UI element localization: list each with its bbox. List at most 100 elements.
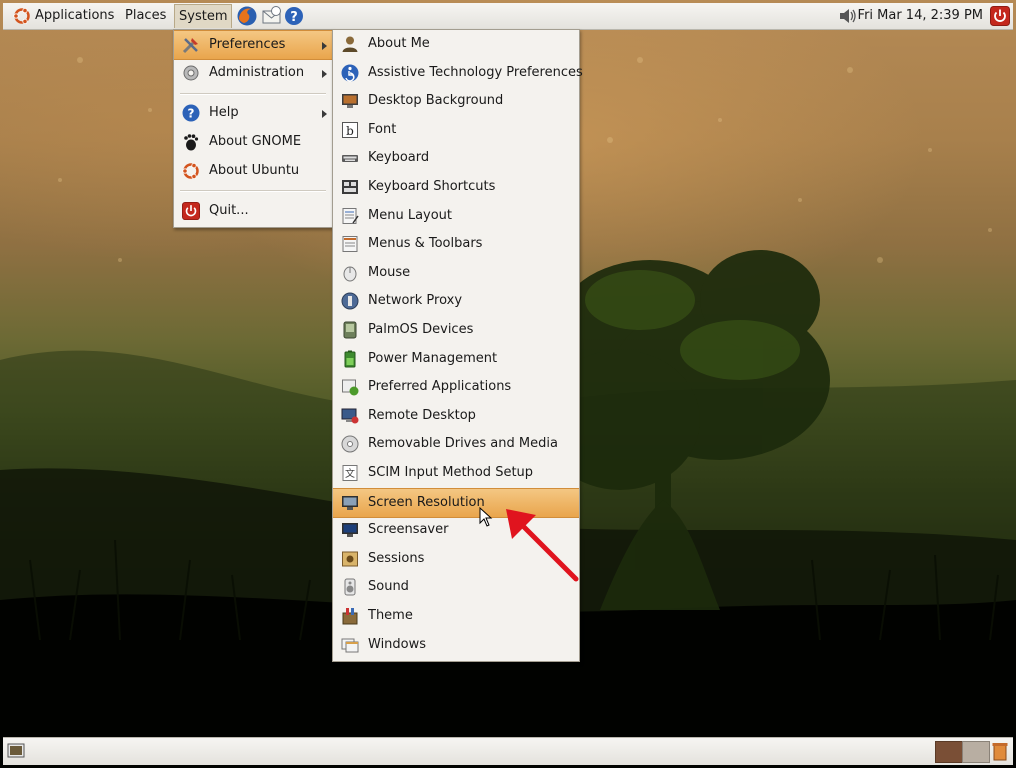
places-menu-label: Places <box>125 8 167 23</box>
help-launcher-icon[interactable]: ? <box>284 6 304 26</box>
menu-item-assistive-technology[interactable]: Assistive Technology Preferences <box>333 59 583 87</box>
menu-item-label: About GNOME <box>209 134 302 149</box>
menu-item-label: Preferences <box>209 37 286 52</box>
menu-item-administration[interactable]: Administration <box>174 59 332 87</box>
preferences-icon <box>182 38 198 54</box>
accessibility-icon <box>341 64 359 82</box>
palm-device-icon <box>343 321 357 339</box>
volume-icon[interactable] <box>839 9 857 23</box>
menu-item-label: Theme <box>368 608 413 623</box>
menu-item-windows[interactable]: Windows <box>333 631 579 659</box>
menu-item-label: Administration <box>209 65 305 80</box>
menu-item-label: SCIM Input Method Setup <box>368 465 534 480</box>
top-panel: Applications Places System ? Fri Mar 14,… <box>3 3 1013 30</box>
menus-toolbars-icon <box>342 236 358 253</box>
sessions-icon <box>342 551 358 567</box>
menu-item-desktop-background[interactable]: Desktop Background <box>333 87 579 115</box>
network-proxy-icon <box>341 292 359 310</box>
menu-item-label: Mouse <box>368 264 411 280</box>
menu-item-label: Assistive Technology Preferences <box>368 64 583 80</box>
menu-layout-icon <box>342 207 359 224</box>
menu-item-network-proxy[interactable]: Network Proxy <box>333 287 579 315</box>
menu-item-label: Keyboard <box>368 150 430 166</box>
workspace-2[interactable] <box>962 741 990 763</box>
menu-item-label: Keyboard Shortcuts <box>368 179 496 194</box>
svg-text:?: ? <box>188 107 195 121</box>
applications-menu-label: Applications <box>35 8 115 23</box>
screensaver-icon <box>342 523 358 538</box>
menu-item-label: Network Proxy <box>368 293 463 309</box>
menu-item-about-gnome[interactable]: About GNOME <box>174 128 332 156</box>
submenu-arrow-icon <box>322 42 327 50</box>
workspace-1[interactable] <box>935 741 963 763</box>
administration-icon <box>183 65 199 81</box>
svg-text:?: ? <box>290 10 298 25</box>
menu-separator <box>180 190 326 192</box>
menu-item-label: Font <box>368 121 397 137</box>
bottom-panel <box>3 737 1013 765</box>
menu-item-preferences[interactable]: Preferences <box>174 30 332 60</box>
menu-item-keyboard[interactable]: Keyboard <box>333 144 579 172</box>
menu-item-label: Screen Resolution <box>368 494 485 510</box>
firefox-launcher-icon[interactable] <box>236 5 258 27</box>
menu-separator <box>180 93 326 95</box>
submenu-arrow-icon <box>322 110 327 118</box>
menu-item-label: Menu Layout <box>368 207 453 223</box>
removable-media-icon <box>341 435 359 453</box>
keyboard-shortcuts-icon <box>342 180 358 194</box>
help-icon: ? <box>182 104 200 122</box>
system-menu-button[interactable]: System <box>174 4 233 28</box>
menu-item-removable-drives[interactable]: Removable Drives and Media <box>333 430 579 458</box>
user-icon <box>342 36 358 52</box>
theme-icon <box>342 608 358 625</box>
svg-text:文: 文 <box>345 467 355 480</box>
menu-item-label: PalmOS Devices <box>368 322 474 337</box>
menu-item-quit[interactable]: Quit... <box>174 197 332 225</box>
keyboard-icon <box>342 155 358 163</box>
sound-icon <box>344 578 356 596</box>
menu-item-label: About Ubuntu <box>209 163 300 178</box>
svg-text:b: b <box>346 124 354 138</box>
menu-item-label: About Me <box>368 36 430 51</box>
gnome-foot-icon <box>184 134 199 151</box>
power-icon[interactable] <box>990 6 1010 26</box>
evolution-mail-launcher-icon[interactable] <box>261 5 283 27</box>
menu-item-scim-input[interactable]: 文 SCIM Input Method Setup <box>333 459 579 487</box>
menu-item-menus-toolbars[interactable]: Menus & Toolbars <box>333 230 579 258</box>
places-menu-button[interactable]: Places <box>121 4 170 28</box>
menu-item-label: Desktop Background <box>368 93 504 109</box>
menu-item-label: Preferred Applications <box>368 379 512 395</box>
menu-item-label: Removable Drives and Media <box>368 436 558 452</box>
menu-item-theme[interactable]: Theme <box>333 602 579 630</box>
font-icon: b <box>342 121 358 138</box>
applications-menu-button[interactable]: Applications <box>7 4 118 28</box>
scim-icon: 文 <box>342 465 358 481</box>
menu-item-font[interactable]: b Font <box>333 116 579 144</box>
menu-item-preferred-applications[interactable]: Preferred Applications <box>333 373 579 401</box>
trash-icon[interactable] <box>991 741 1009 761</box>
annotation-arrow-icon <box>506 509 579 582</box>
menu-item-label: Remote Desktop <box>368 407 476 423</box>
menu-item-menu-layout[interactable]: Menu Layout <box>333 202 579 230</box>
menu-item-label: Windows <box>368 636 427 652</box>
menu-item-about-me[interactable]: About Me <box>333 30 579 58</box>
clock[interactable]: Fri Mar 14, 2:39 PM <box>858 4 983 28</box>
menu-item-label: Help <box>209 105 239 120</box>
ubuntu-logo-icon <box>13 7 30 24</box>
mouse-icon <box>343 266 357 282</box>
menu-item-palmos-devices[interactable]: PalmOS Devices <box>333 316 579 344</box>
preferred-applications-icon <box>342 379 359 396</box>
menu-item-remote-desktop[interactable]: Remote Desktop <box>333 402 579 430</box>
menu-item-mouse[interactable]: Mouse <box>333 259 579 287</box>
menu-item-keyboard-shortcuts[interactable]: Keyboard Shortcuts <box>333 173 579 201</box>
desktop-background-icon <box>342 94 358 109</box>
ubuntu-logo-icon <box>182 162 199 179</box>
screen-resolution-icon <box>342 495 358 510</box>
power-icon <box>182 202 200 220</box>
menu-item-help[interactable]: ? Help <box>174 99 332 127</box>
menu-item-label: Power Management <box>368 350 498 366</box>
menu-item-label: Sessions <box>368 550 425 566</box>
show-desktop-icon[interactable] <box>7 742 25 760</box>
menu-item-about-ubuntu[interactable]: About Ubuntu <box>174 157 332 185</box>
menu-item-power-management[interactable]: Power Management <box>333 345 579 373</box>
